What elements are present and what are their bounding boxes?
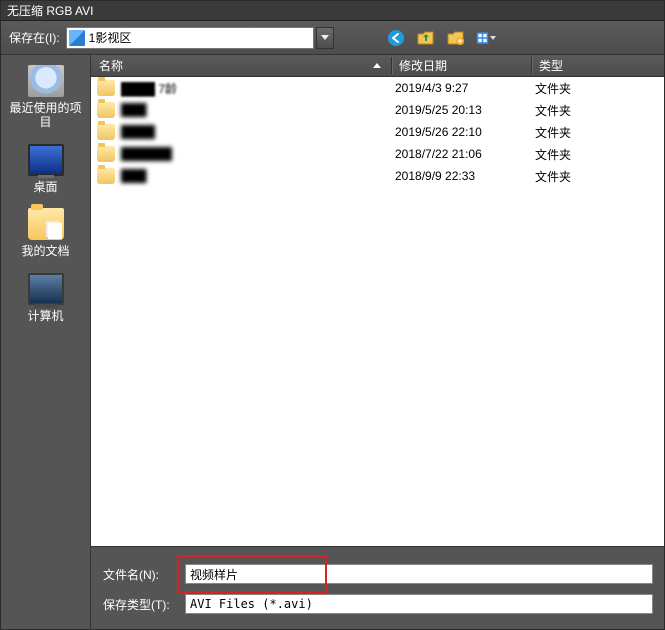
place-label: 我的文档 xyxy=(21,244,69,258)
sort-ascending-icon xyxy=(373,63,381,68)
list-item[interactable]: ████ 7龄 2019/4/3 9:27 文件夹 xyxy=(91,77,664,99)
column-label: 名称 xyxy=(99,57,123,74)
location-dropdown-button[interactable] xyxy=(316,27,334,49)
column-type[interactable]: 类型 xyxy=(531,55,664,76)
filename-label: 文件名(N): xyxy=(103,566,185,583)
window-title: 无压缩 RGB AVI xyxy=(1,1,664,21)
toolbar: 保存在(I): 1影视区 xyxy=(1,21,664,55)
folder-icon xyxy=(97,124,115,140)
filetype-combobox[interactable]: AVI Files (*.avi) xyxy=(185,594,653,614)
file-date: 2019/5/26 22:10 xyxy=(391,125,531,139)
file-type: 文件夹 xyxy=(531,146,571,163)
place-documents[interactable]: 我的文档 xyxy=(6,204,86,264)
place-computer[interactable]: 计算机 xyxy=(6,269,86,329)
bottom-panel: 文件名(N): 保存类型(T): AVI Files (*.avi) xyxy=(91,546,664,629)
view-menu-button[interactable] xyxy=(476,28,496,48)
list-item[interactable]: ███ 2018/9/9 22:33 文件夹 xyxy=(91,165,664,187)
folder-icon xyxy=(97,146,115,162)
place-recent[interactable]: 最近使用的项目 xyxy=(6,61,86,136)
new-folder-button[interactable] xyxy=(446,28,466,48)
save-in-label: 保存在(I): xyxy=(9,29,60,46)
file-name: ████ 7龄 xyxy=(121,80,391,97)
column-headers: 名称 修改日期 类型 xyxy=(91,55,664,77)
file-date: 2018/9/9 22:33 xyxy=(391,169,531,183)
places-sidebar: 最近使用的项目 桌面 我的文档 计算机 xyxy=(1,55,91,629)
file-name: ██████ xyxy=(121,147,391,161)
place-desktop[interactable]: 桌面 xyxy=(6,140,86,200)
folder-icon xyxy=(97,168,115,184)
folder-icon xyxy=(97,80,115,96)
location-icon xyxy=(69,30,85,46)
column-label: 类型 xyxy=(539,57,563,74)
up-one-level-button[interactable] xyxy=(416,28,436,48)
column-name[interactable]: 名称 xyxy=(91,55,391,76)
chevron-down-icon xyxy=(321,35,329,40)
recent-icon xyxy=(28,65,64,97)
list-item[interactable]: ████ 2019/5/26 22:10 文件夹 xyxy=(91,121,664,143)
list-item[interactable]: ███ 2019/5/25 20:13 文件夹 xyxy=(91,99,664,121)
place-label: 桌面 xyxy=(33,180,57,194)
desktop-icon xyxy=(28,144,64,176)
place-label: 计算机 xyxy=(27,309,63,323)
file-type: 文件夹 xyxy=(531,168,571,185)
file-date: 2019/4/3 9:27 xyxy=(391,81,531,95)
list-item[interactable]: ██████ 2018/7/22 21:06 文件夹 xyxy=(91,143,664,165)
place-label: 最近使用的项目 xyxy=(6,101,86,130)
file-name: ███ xyxy=(121,169,391,183)
back-button[interactable] xyxy=(386,28,406,48)
file-date: 2018/7/22 21:06 xyxy=(391,147,531,161)
file-name: ███ xyxy=(121,103,391,117)
chevron-down-icon xyxy=(490,36,496,40)
documents-icon xyxy=(28,208,64,240)
file-type: 文件夹 xyxy=(531,80,571,97)
folder-icon xyxy=(97,102,115,118)
computer-icon xyxy=(28,273,64,305)
filetype-label: 保存类型(T): xyxy=(103,596,185,613)
column-label: 修改日期 xyxy=(399,57,447,74)
location-text: 1影视区 xyxy=(89,29,132,46)
file-date: 2019/5/25 20:13 xyxy=(391,103,531,117)
filename-input-field[interactable] xyxy=(190,565,648,583)
file-list[interactable]: ████ 7龄 2019/4/3 9:27 文件夹 ███ 2019/5/25 … xyxy=(91,77,664,546)
location-combobox[interactable]: 1影视区 xyxy=(66,27,314,49)
file-name: ████ xyxy=(121,125,391,139)
filetype-value: AVI Files (*.avi) xyxy=(190,597,313,611)
file-type: 文件夹 xyxy=(531,102,571,119)
file-type: 文件夹 xyxy=(531,124,571,141)
column-date[interactable]: 修改日期 xyxy=(391,55,531,76)
filename-input[interactable] xyxy=(185,564,653,584)
